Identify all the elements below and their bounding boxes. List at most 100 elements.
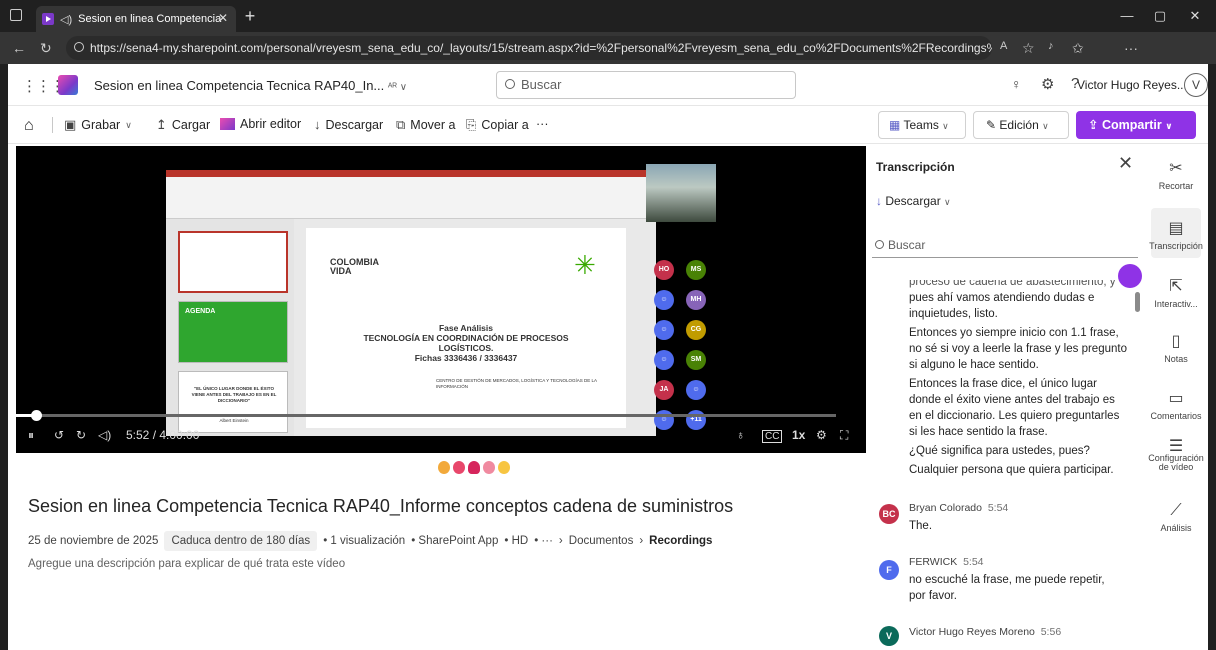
surprised-reaction-icon[interactable]: [483, 460, 495, 474]
transcript-download-button[interactable]: ↓ Descargar ∨: [876, 194, 951, 208]
rail-comments[interactable]: ▭ Comentarios: [1148, 388, 1204, 421]
download-button[interactable]: ↓ Descargar: [314, 117, 383, 132]
window-border-right: [1208, 64, 1216, 650]
video-player[interactable]: AGENDA "EL ÚNICO LUGAR DONDE EL ÉXITO VI…: [16, 146, 866, 453]
breadcrumb-documents[interactable]: Documentos: [569, 535, 634, 547]
transcript-scrollbar[interactable]: [1135, 292, 1140, 312]
player-settings-icon[interactable]: ⚙: [816, 428, 827, 442]
minimize-button[interactable]: —: [1112, 8, 1142, 23]
favorite-icon[interactable]: ☆: [1022, 40, 1035, 57]
transcript-line[interactable]: donde el éxito viene antes del trabajo e…: [909, 392, 1134, 408]
search-input[interactable]: Buscar: [496, 71, 796, 99]
upload-button[interactable]: ↥ Cargar: [156, 117, 210, 133]
play-pause-icon[interactable]: ⏸: [28, 428, 34, 443]
current-slide: COLOMBIA VIDA ✳ Fase Análisis TECNOLOGÍA…: [306, 228, 626, 428]
lock-icon: [74, 42, 84, 52]
close-window-button[interactable]: ✕: [1180, 8, 1210, 24]
transcript-line[interactable]: ¿Qué significa para ustedes, pues?: [909, 443, 1134, 459]
people-icon[interactable]: ♁: [736, 428, 745, 442]
transcript-line[interactable]: si les hace sentido la frase.: [909, 424, 1134, 440]
move-to-button[interactable]: ⧉ Mover a: [396, 117, 455, 133]
browser-tab[interactable]: ◁) Sesion en linea Competencia ✕: [36, 6, 236, 32]
breadcrumb-more[interactable]: • ···: [534, 535, 553, 547]
people-icon[interactable]: ♀: [1011, 76, 1022, 92]
url-field[interactable]: https://sena4-my.sharepoint.com/personal…: [66, 36, 992, 60]
avatar[interactable]: V: [1184, 73, 1208, 97]
transcript-heading: Transcripción: [876, 160, 955, 174]
transcript-line[interactable]: Entonces la frase dice, el único lugar: [909, 376, 1134, 392]
participant-avatar: MS: [686, 260, 706, 280]
participant-gallery: HO MS ☺ MH ☺ CG ☺ SM JA ☺ ☺ +11: [646, 164, 716, 452]
user-name[interactable]: Victor Hugo Reyes...: [1077, 78, 1187, 92]
tab-actions-icon[interactable]: [10, 9, 22, 21]
speaker-text[interactable]: The.: [909, 518, 1134, 534]
document-title[interactable]: Sesion en linea Competencia Tecnica RAP4…: [94, 78, 407, 93]
participant-avatar: CG: [686, 320, 706, 340]
like-reaction-icon[interactable]: [438, 460, 450, 474]
transcript-line[interactable]: pues ahí vamos atendiendo dudas e: [909, 290, 1134, 306]
rail-video-settings[interactable]: ☰ Configuración de vídeo: [1148, 439, 1204, 472]
transcript-line[interactable]: si alguno le hace sentido.: [909, 357, 1134, 373]
seek-bar[interactable]: [16, 410, 836, 421]
sena-logo-icon: ✳: [574, 250, 596, 280]
edit-button[interactable]: ✎ Edición ∨: [973, 111, 1069, 139]
transcript-line[interactable]: no sé si voy a leerle la frase y les pre…: [909, 341, 1134, 357]
search-icon: [505, 79, 515, 89]
refresh-icon[interactable]: ↻: [40, 40, 52, 57]
extensions-icon[interactable]: ♪: [1048, 40, 1054, 52]
record-button[interactable]: ▣ Grabar ∨: [64, 117, 132, 133]
volume-icon[interactable]: ◁): [98, 428, 111, 442]
quote-author: Albert Einstein: [219, 418, 249, 423]
settings-icon[interactable]: ⚙: [1041, 75, 1054, 93]
speaker-name: Victor Hugo Reyes Moreno 5:56: [909, 626, 1062, 638]
back-icon[interactable]: ←: [12, 40, 26, 56]
seek-handle[interactable]: [30, 410, 42, 421]
rail-notes[interactable]: ▯ Notas: [1148, 331, 1204, 364]
rail-trim[interactable]: ✂ Recortar: [1148, 158, 1204, 191]
teams-button[interactable]: ▦ Teams ∨: [878, 111, 966, 139]
speaker-text[interactable]: no escuché la frase, me puede repetir, p…: [909, 572, 1124, 604]
rail-analytics[interactable]: ⟋ Análisis: [1148, 502, 1204, 533]
search-placeholder: Buscar: [521, 77, 562, 92]
transcript-line[interactable]: en el diccionario. Les quiero preguntarl…: [909, 408, 1134, 424]
open-editor-button[interactable]: Abrir editor: [220, 117, 301, 131]
heart-reaction-icon[interactable]: [468, 460, 480, 474]
participant-avatar: JA: [654, 380, 674, 400]
collections-icon[interactable]: ✩: [1072, 40, 1084, 57]
rail-interactive[interactable]: ⇱ Interactiv...: [1148, 276, 1204, 309]
description-field[interactable]: Agregue una descripción para explicar de…: [28, 558, 345, 570]
ppt-ribbon: [166, 177, 656, 219]
comment-icon: ▭: [1168, 390, 1184, 407]
close-panel-icon[interactable]: ✕: [1118, 153, 1133, 174]
home-icon[interactable]: ⌂: [24, 117, 34, 135]
more-icon[interactable]: ···: [1124, 40, 1138, 56]
rewind-10-icon[interactable]: ↺: [54, 428, 64, 442]
transcript-search-input[interactable]: Buscar: [872, 232, 1138, 258]
transcript-line[interactable]: Entonces yo siempre inicio con 1.1 frase…: [909, 325, 1134, 341]
transcript-line[interactable]: Cualquier persona que quiera participar.: [909, 462, 1134, 478]
playback-speed[interactable]: 1x: [792, 428, 805, 442]
captions-icon[interactable]: CC: [762, 430, 783, 443]
slide-title: Fase Análisis TECNOLOGÍA EN COORDINACIÓN…: [363, 323, 569, 363]
transcript-line[interactable]: inquietudes, listo.: [909, 306, 1134, 322]
breadcrumb-recordings[interactable]: Recordings: [649, 535, 712, 547]
expiration-badge[interactable]: Caduca dentro de 180 días: [164, 531, 318, 551]
share-button[interactable]: ⇪ Compartir ∨: [1076, 111, 1196, 139]
presenter-video: [646, 164, 716, 222]
command-bar: ⌂ ▣ Grabar ∨ ↥ Cargar Abrir editor ↓ Descarg…: [8, 106, 1208, 144]
maximize-button[interactable]: ▢: [1145, 8, 1175, 24]
quality-label: • HD: [504, 535, 529, 547]
rail-transcript[interactable]: ▤ Transcripción: [1148, 218, 1204, 251]
new-tab-button[interactable]: +: [240, 6, 260, 26]
more-actions-button[interactable]: ···: [536, 117, 549, 131]
fullscreen-icon[interactable]: ⛶: [840, 428, 848, 443]
copy-to-button[interactable]: ⎘ Copiar a: [466, 117, 529, 133]
app-source: • SharePoint App: [411, 535, 499, 547]
close-tab-icon[interactable]: ✕: [218, 11, 228, 25]
read-aloud-icon[interactable]: A: [1000, 40, 1007, 52]
forward-10-icon[interactable]: ↻: [76, 428, 86, 442]
laugh-reaction-icon[interactable]: [453, 460, 465, 474]
applause-reaction-icon[interactable]: [498, 460, 510, 474]
jump-to-current-button[interactable]: [1118, 264, 1142, 288]
participant-avatar: HO: [654, 260, 674, 280]
